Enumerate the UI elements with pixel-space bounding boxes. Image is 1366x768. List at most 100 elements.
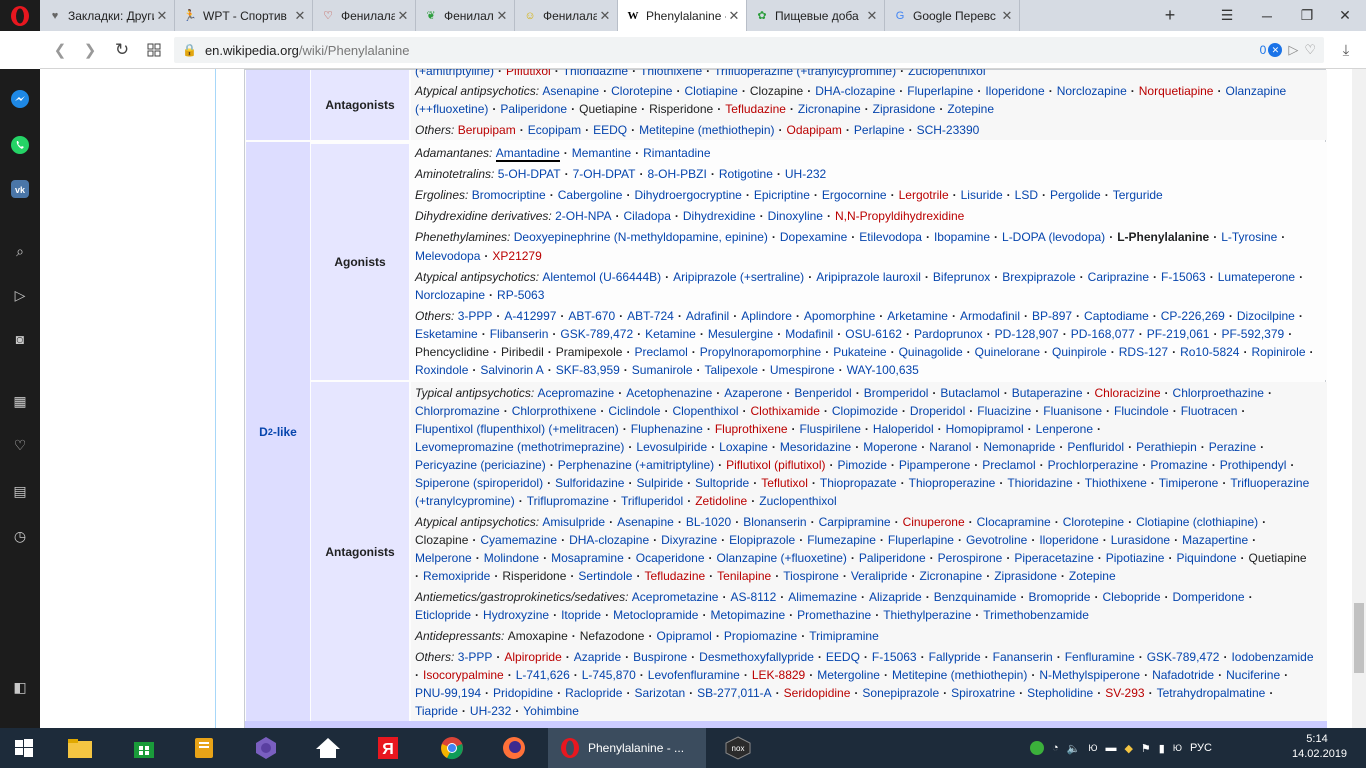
navbox-link[interactable]: Zuclopenthixol xyxy=(759,494,836,508)
navbox-link[interactable]: Deoxyepinephrine (N-methyldopamine, epin… xyxy=(514,230,768,244)
tab-close-icon[interactable]: ✕ xyxy=(726,8,742,24)
navbox-link[interactable]: Raclopride xyxy=(565,686,622,700)
navbox-link[interactable]: L-Tyrosine xyxy=(1221,230,1277,244)
navbox-link[interactable]: Pipotiazine xyxy=(1106,551,1165,565)
sidebar-toggle-icon[interactable]: ◧ xyxy=(8,675,32,699)
navbox-link[interactable]: Mazapertine xyxy=(1182,533,1248,547)
navbox-link[interactable]: Talipexole xyxy=(705,363,758,377)
navbox-link[interactable]: Bromperidol xyxy=(864,386,929,400)
navbox-link[interactable]: CP-226,269 xyxy=(1161,309,1225,323)
navbox-link[interactable]: Clorotepine xyxy=(1063,515,1124,529)
yandex-disk-icon[interactable]: Ю xyxy=(1173,743,1182,753)
firefox-icon[interactable] xyxy=(494,732,534,764)
navbox-link[interactable]: Amoxapine xyxy=(508,629,568,643)
volume-icon[interactable]: 🔈 xyxy=(1067,742,1081,755)
navbox-link[interactable]: 3-PPP xyxy=(458,650,493,664)
search-icon[interactable]: ⌕ xyxy=(8,239,32,263)
navbox-link[interactable]: UH-232 xyxy=(470,704,511,718)
navbox-link[interactable]: Aripiprazole (+sertraline) xyxy=(673,270,804,284)
navbox-link[interactable]: Thiothixene xyxy=(1085,476,1147,490)
navbox-link[interactable]: Seridopidine xyxy=(784,686,851,700)
navbox-link[interactable]: Tenilapine xyxy=(717,569,771,583)
navbox-link[interactable]: Etilevodopa xyxy=(859,230,922,244)
navbox-link[interactable]: Ibopamine xyxy=(934,230,990,244)
navbox-link[interactable]: Pridopidine xyxy=(493,686,553,700)
navbox-link[interactable]: Risperidone xyxy=(649,102,713,116)
navbox-link[interactable]: Ropinirole xyxy=(1251,345,1305,359)
navbox-link[interactable]: BP-897 xyxy=(1032,309,1072,323)
navbox-link[interactable]: SCH-23390 xyxy=(917,123,980,137)
navbox-link[interactable]: Quinelorane xyxy=(975,345,1040,359)
navbox-link[interactable]: Clotiapine xyxy=(684,84,737,98)
navbox-link[interactable]: Arketamine xyxy=(887,309,948,323)
tab-2[interactable]: ♡ Фенилаланин:✕ xyxy=(313,0,416,31)
yandex-tray-icon[interactable]: Ю xyxy=(1088,743,1097,753)
navbox-link[interactable]: Loxapine xyxy=(719,440,768,454)
navbox-link[interactable]: Trifluoperazine xyxy=(1230,476,1309,490)
navbox-link[interactable]: Elopiprazole xyxy=(729,533,795,547)
navbox-link[interactable]: LEK-8829 xyxy=(752,668,805,682)
navbox-link[interactable]: Lumateperone xyxy=(1218,270,1295,284)
navbox-link[interactable]: Phencyclidine xyxy=(415,345,489,359)
navbox-link[interactable]: Iodobenzamide xyxy=(1231,650,1313,664)
navbox-link[interactable]: Ecopipam xyxy=(528,123,581,137)
navbox-link[interactable]: 8-OH-PBZI xyxy=(647,167,706,181)
navbox-link[interactable]: PF-219,061 xyxy=(1147,327,1210,341)
navbox-link[interactable]: Pericyazine (periciazine) xyxy=(415,458,546,472)
navbox-link[interactable]: Azaperone xyxy=(724,386,782,400)
navbox-link[interactable]: Ro10-5824 xyxy=(1180,345,1239,359)
navbox-link[interactable]: Perathiepin xyxy=(1136,440,1197,454)
navbox-link[interactable]: WAY-100,635 xyxy=(847,363,919,377)
navbox-link[interactable]: N-Methylspiperone xyxy=(1039,668,1140,682)
tab-4[interactable]: ☺ Фенилаланин: ✕ xyxy=(515,0,618,31)
language-indicator[interactable]: РУС xyxy=(1190,742,1212,754)
navbox-link[interactable]: Terguride xyxy=(1113,188,1163,202)
navbox-link[interactable]: Chlorproethazine xyxy=(1173,386,1264,400)
navbox-link[interactable]: Bromopride xyxy=(1028,590,1090,604)
navbox-link[interactable]: Ocaperidone xyxy=(636,551,705,565)
navbox-link[interactable]: Quinagolide xyxy=(899,345,963,359)
tab-close-icon[interactable]: ✕ xyxy=(395,8,411,24)
navbox-link[interactable]: Homopipramol xyxy=(946,422,1024,436)
navbox-link[interactable]: Prothipendyl xyxy=(1220,458,1287,472)
tab-close-icon[interactable]: ✕ xyxy=(292,8,308,24)
navbox-link[interactable]: PD-128,907 xyxy=(995,327,1059,341)
navbox-link[interactable]: Zicronapine xyxy=(798,102,861,116)
navbox-link[interactable]: Apomorphine xyxy=(804,309,875,323)
navbox-link[interactable]: Ergocornine xyxy=(822,188,887,202)
navbox-link[interactable]: Benzquinamide xyxy=(934,590,1017,604)
nox-icon[interactable]: nox xyxy=(718,732,758,764)
navbox-link[interactable]: Sertindole xyxy=(578,569,632,583)
navbox-link[interactable]: L-741,626 xyxy=(516,668,570,682)
navbox-link[interactable]: Mosapramine xyxy=(551,551,624,565)
navbox-link[interactable]: Levosulpiride xyxy=(636,440,707,454)
navbox-link[interactable]: Flucindole xyxy=(1114,404,1169,418)
navbox-link[interactable]: AS-8112 xyxy=(730,590,776,604)
navbox-link[interactable]: Memantine xyxy=(572,146,631,160)
tab-5[interactable]: W Phenylalanine - ✕ xyxy=(618,0,747,31)
navbox-link[interactable]: Lergotrile xyxy=(899,188,949,202)
bookmarks-heart-icon[interactable]: ♡ xyxy=(8,433,32,457)
navbox-link[interactable]: Alimemazine xyxy=(788,590,857,604)
navbox-link[interactable]: Pipamperone xyxy=(899,458,970,472)
navbox-link[interactable]: Ziprasidone xyxy=(994,569,1057,583)
shield-tray-icon[interactable]: ◆ xyxy=(1124,742,1132,755)
tab-close-icon[interactable]: ✕ xyxy=(154,8,170,24)
minimize-icon[interactable]: ─ xyxy=(1246,0,1288,31)
history-clock-icon[interactable]: ◷ xyxy=(8,524,32,548)
navbox-link[interactable]: Pardoprunox xyxy=(914,327,983,341)
navbox-link[interactable]: Clothixamide xyxy=(751,404,820,418)
navbox-link[interactable]: Sulforidazine xyxy=(555,476,624,490)
navbox-link[interactable]: Dinoxyline xyxy=(768,209,823,223)
navbox-link[interactable]: Thioproperazine xyxy=(909,476,996,490)
navbox-link[interactable]: ABT-724 xyxy=(627,309,674,323)
navbox-link[interactable]: Salvinorin A xyxy=(480,363,543,377)
navbox-link[interactable]: DHA-clozapine xyxy=(569,533,649,547)
navbox-link[interactable]: Pergolide xyxy=(1050,188,1101,202)
back-icon[interactable]: ❮ xyxy=(50,40,70,60)
navbox-link[interactable]: Metopimazine xyxy=(710,608,785,622)
navbox-link[interactable]: N,N-Propyldihydrexidine xyxy=(835,209,964,223)
navbox-link[interactable]: Pukateine xyxy=(833,345,886,359)
navbox-link[interactable]: Cinuperone xyxy=(903,515,965,529)
navbox-link[interactable]: Umespirone xyxy=(770,363,835,377)
